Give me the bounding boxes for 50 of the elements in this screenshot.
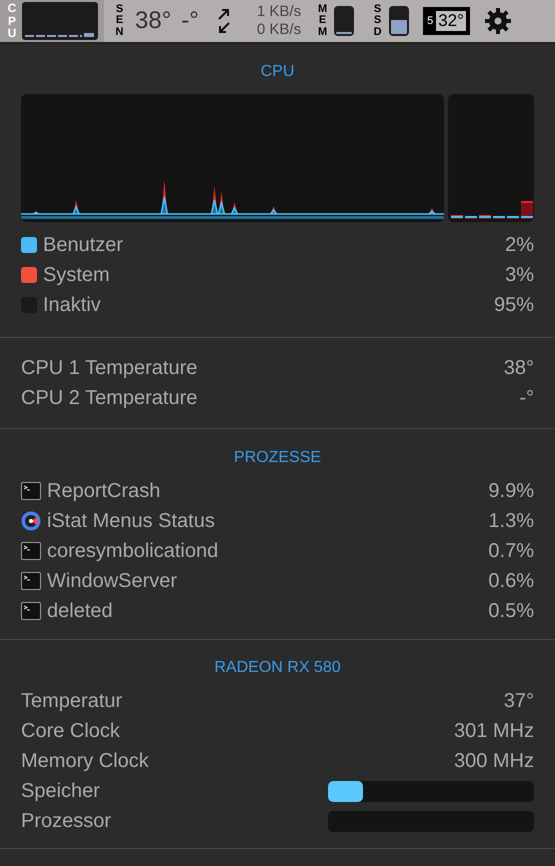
row-value: 0.5% xyxy=(488,599,534,624)
row-value: 2% xyxy=(505,233,534,258)
cpu-label: CPU xyxy=(6,2,18,40)
row-label: CPU 1 Temperature xyxy=(21,356,198,381)
row-label: WindowServer xyxy=(47,569,178,594)
download-speed[interactable]: 0 KB/s xyxy=(256,21,302,39)
section-title: RADEON RX 580 xyxy=(214,658,341,678)
disk-gauge xyxy=(389,6,410,36)
row-label: coresymbolicationd xyxy=(47,539,218,564)
row-value: 1.3% xyxy=(488,509,534,534)
row-label: Benutzer xyxy=(43,233,124,258)
disk-label: SSD xyxy=(372,4,383,38)
row-value: 0.7% xyxy=(488,539,534,564)
row-value: 9.9% xyxy=(488,479,534,504)
section-title: CPU xyxy=(260,62,294,82)
section-title: PROZESSE xyxy=(234,448,322,468)
cpu-mini-graph[interactable] xyxy=(22,2,98,40)
terminal-icon xyxy=(21,602,41,620)
terminal-icon xyxy=(21,542,41,560)
battery-widget[interactable]: 5 32° xyxy=(423,7,470,35)
sensors-label: SEN xyxy=(114,4,124,38)
terminal-icon xyxy=(21,572,41,590)
row-value: 37° xyxy=(504,689,534,714)
upload-speed[interactable]: 1 KB/s xyxy=(256,3,302,21)
row-label: deleted xyxy=(47,599,113,624)
sensor-reading[interactable]: -° xyxy=(181,3,199,39)
row-label: Core Clock xyxy=(21,719,120,744)
memory-gauge xyxy=(334,6,354,36)
row-value: 38° xyxy=(504,356,534,381)
settings-icon[interactable] xyxy=(484,7,512,35)
row-label: Prozessor xyxy=(21,809,112,834)
row-value: 95% xyxy=(494,293,534,318)
network-arrows-icon xyxy=(216,8,231,34)
row-label: Speicher xyxy=(21,779,100,804)
row-label: Temperatur xyxy=(21,689,122,714)
row-value: 300 MHz xyxy=(454,749,534,774)
row-label: Memory Clock xyxy=(21,749,149,774)
row-label: CPU 2 Temperature xyxy=(21,386,198,411)
row-label: ReportCrash xyxy=(47,479,160,504)
sensor-reading[interactable]: 38° xyxy=(135,3,172,39)
row-label: System xyxy=(43,263,110,288)
row-label: Inaktiv xyxy=(43,293,101,318)
gauge-app-icon xyxy=(21,511,41,531)
row-value: -° xyxy=(519,386,534,411)
row-value: 301 MHz xyxy=(454,719,534,744)
memory-label: MEM xyxy=(317,4,328,38)
row-label: iStat Menus Status xyxy=(47,509,215,534)
row-value: 0.6% xyxy=(488,569,534,594)
terminal-icon xyxy=(21,482,41,500)
row-value: 3% xyxy=(505,263,534,288)
